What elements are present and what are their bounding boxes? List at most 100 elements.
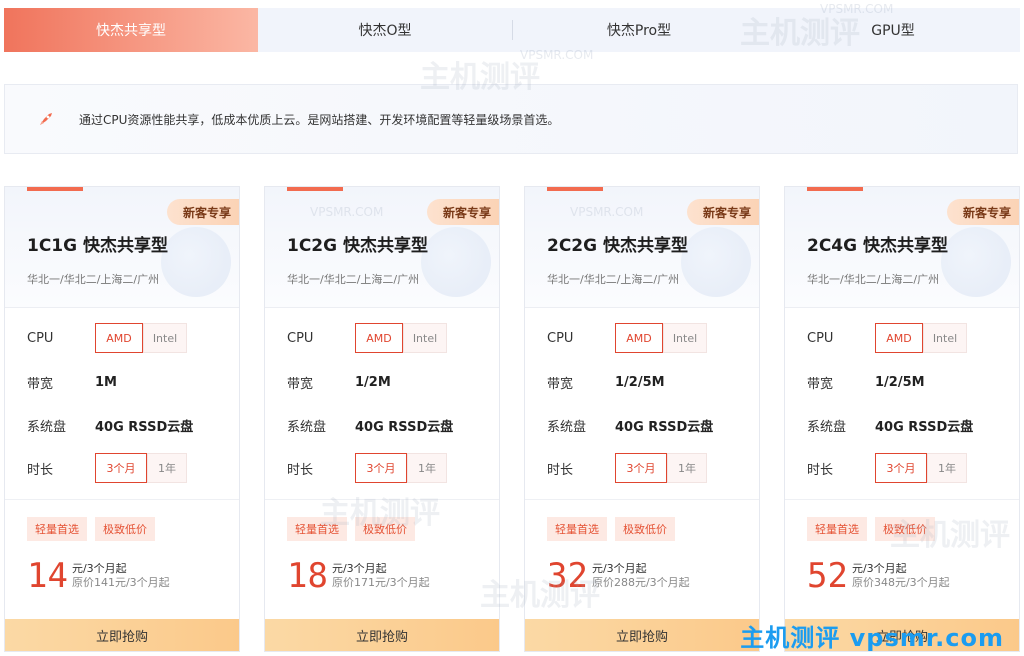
- duration-option-3m[interactable]: 3个月: [95, 453, 147, 483]
- plan-tags: 轻量首选 极致低价: [27, 517, 155, 541]
- plan-card: 新客专享 1C2G 快杰共享型 华北一/华北二/上海二/广州 CPU AMD I…: [264, 186, 500, 652]
- cpu-option-amd[interactable]: AMD: [875, 323, 923, 353]
- card-accent-bar: [27, 187, 83, 191]
- plan-region: 华北一/华北二/上海二/广州: [27, 273, 160, 286]
- duration-option-1y[interactable]: 1年: [927, 453, 967, 483]
- bandwidth-value: 1/2/5M: [615, 375, 665, 390]
- tag: 轻量首选: [807, 517, 867, 541]
- duration-row: 时长 3个月 1年: [547, 453, 707, 483]
- price-block: 18 元/3个月起 原价171元/3个月起: [287, 559, 430, 593]
- bandwidth-label: 带宽: [807, 377, 834, 392]
- price-details: 元/3个月起 原价288元/3个月起: [592, 562, 690, 590]
- tag: 极致低价: [355, 517, 415, 541]
- new-customer-badge: 新客专享: [166, 199, 239, 225]
- price-block: 14 元/3个月起 原价141元/3个月起: [27, 559, 170, 593]
- plan-card-header: 新客专享 2C2G 快杰共享型 华北一/华北二/上海二/广州: [525, 187, 759, 308]
- cloud-decoration-icon: [421, 227, 491, 297]
- duration-option-3m[interactable]: 3个月: [615, 453, 667, 483]
- bandwidth-row: 带宽 1/2/5M: [807, 373, 925, 392]
- plan-card: 新客专享 2C2G 快杰共享型 华北一/华北二/上海二/广州 CPU AMD I…: [524, 186, 760, 652]
- card-accent-bar: [547, 187, 603, 191]
- cpu-option-amd[interactable]: AMD: [615, 323, 663, 353]
- duration-option-1y[interactable]: 1年: [667, 453, 707, 483]
- tab-divider: [512, 20, 513, 40]
- price-unit: 元/3个月起: [851, 562, 907, 575]
- original-price: 原价288元/3个月起: [591, 576, 690, 589]
- bandwidth-row: 带宽 1M: [27, 373, 117, 392]
- disk-value: 40G RSSD云盘: [615, 420, 714, 435]
- plan-title: 2C4G 快杰共享型: [807, 236, 949, 256]
- duration-option-3m[interactable]: 3个月: [355, 453, 407, 483]
- disk-row: 系统盘 40G RSSD云盘: [807, 416, 973, 435]
- disk-value: 40G RSSD云盘: [875, 420, 974, 435]
- price-value: 32: [547, 556, 588, 596]
- cpu-row: CPU AMD Intel: [807, 323, 967, 353]
- buy-button[interactable]: 立即抢购: [265, 619, 499, 651]
- cloud-decoration-icon: [681, 227, 751, 297]
- duration-row: 时长 3个月 1年: [287, 453, 447, 483]
- disk-label: 系统盘: [807, 420, 847, 435]
- buy-button[interactable]: 立即抢购: [525, 619, 759, 651]
- plan-card-header: 新客专享 1C1G 快杰共享型 华北一/华北二/上海二/广州: [5, 187, 239, 308]
- plan-region: 华北一/华北二/上海二/广州: [287, 273, 420, 286]
- disk-label: 系统盘: [27, 420, 67, 435]
- description-text: 通过CPU资源性能共享，低成本优质上云。是网站搭建、开发环境配置等轻量级场景首选…: [79, 112, 560, 127]
- cpu-option-intel[interactable]: Intel: [403, 323, 447, 353]
- buy-button[interactable]: 立即抢购: [5, 619, 239, 651]
- plan-tags: 轻量首选 极致低价: [287, 517, 415, 541]
- bandwidth-value: 1M: [95, 375, 117, 390]
- duration-option-1y[interactable]: 1年: [407, 453, 447, 483]
- cpu-row: CPU AMD Intel: [547, 323, 707, 353]
- price-value: 14: [27, 556, 68, 596]
- price-unit: 元/3个月起: [71, 562, 127, 575]
- product-tabs: 快杰共享型 快杰O型 快杰Pro型 GPU型: [4, 8, 1020, 52]
- duration-label: 时长: [547, 462, 574, 478]
- bandwidth-value: 1/2M: [355, 375, 391, 390]
- card-divider: [265, 499, 499, 500]
- cpu-option-intel[interactable]: Intel: [923, 323, 967, 353]
- disk-label: 系统盘: [547, 420, 587, 435]
- tag: 极致低价: [875, 517, 935, 541]
- duration-option-3m[interactable]: 3个月: [875, 453, 927, 483]
- tab-gpu-type[interactable]: GPU型: [766, 8, 1020, 52]
- cpu-option-amd[interactable]: AMD: [355, 323, 403, 353]
- card-divider: [785, 499, 1019, 500]
- original-price: 原价171元/3个月起: [331, 576, 430, 589]
- original-price: 原价141元/3个月起: [71, 576, 170, 589]
- cpu-option-intel[interactable]: Intel: [663, 323, 707, 353]
- plan-title: 1C2G 快杰共享型: [287, 236, 429, 256]
- price-block: 32 元/3个月起 原价288元/3个月起: [547, 559, 690, 593]
- cpu-label: CPU: [27, 330, 54, 346]
- disk-row: 系统盘 40G RSSD云盘: [287, 416, 453, 435]
- cpu-option-intel[interactable]: Intel: [143, 323, 187, 353]
- duration-row: 时长 3个月 1年: [27, 453, 187, 483]
- card-accent-bar: [287, 187, 343, 191]
- disk-row: 系统盘 40G RSSD云盘: [547, 416, 713, 435]
- tab-label: 快杰O型: [358, 23, 412, 39]
- tab-label: GPU型: [871, 23, 915, 39]
- duration-option-1y[interactable]: 1年: [147, 453, 187, 483]
- price-value: 18: [287, 556, 328, 596]
- price-details: 元/3个月起 原价348元/3个月起: [852, 562, 950, 590]
- new-customer-badge: 新客专享: [946, 199, 1019, 225]
- plan-title: 2C2G 快杰共享型: [547, 236, 689, 256]
- tab-o-type[interactable]: 快杰O型: [258, 8, 512, 52]
- duration-row: 时长 3个月 1年: [807, 453, 967, 483]
- cpu-option-amd[interactable]: AMD: [95, 323, 143, 353]
- cloud-decoration-icon: [161, 227, 231, 297]
- cpu-row: CPU AMD Intel: [27, 323, 187, 353]
- cloud-decoration-icon: [941, 227, 1011, 297]
- disk-value: 40G RSSD云盘: [355, 420, 454, 435]
- price-unit: 元/3个月起: [591, 562, 647, 575]
- tab-pro-type[interactable]: 快杰Pro型: [512, 8, 766, 52]
- cpu-row: CPU AMD Intel: [287, 323, 447, 353]
- tag: 轻量首选: [27, 517, 87, 541]
- plan-card-header: 新客专享 1C2G 快杰共享型 华北一/华北二/上海二/广州: [265, 187, 499, 308]
- tag: 极致低价: [615, 517, 675, 541]
- card-accent-bar: [807, 187, 863, 191]
- tab-shared[interactable]: 快杰共享型: [4, 8, 258, 52]
- bandwidth-label: 带宽: [287, 377, 314, 392]
- bandwidth-row: 带宽 1/2/5M: [547, 373, 665, 392]
- tab-label: 快杰共享型: [96, 23, 166, 39]
- duration-label: 时长: [807, 462, 834, 478]
